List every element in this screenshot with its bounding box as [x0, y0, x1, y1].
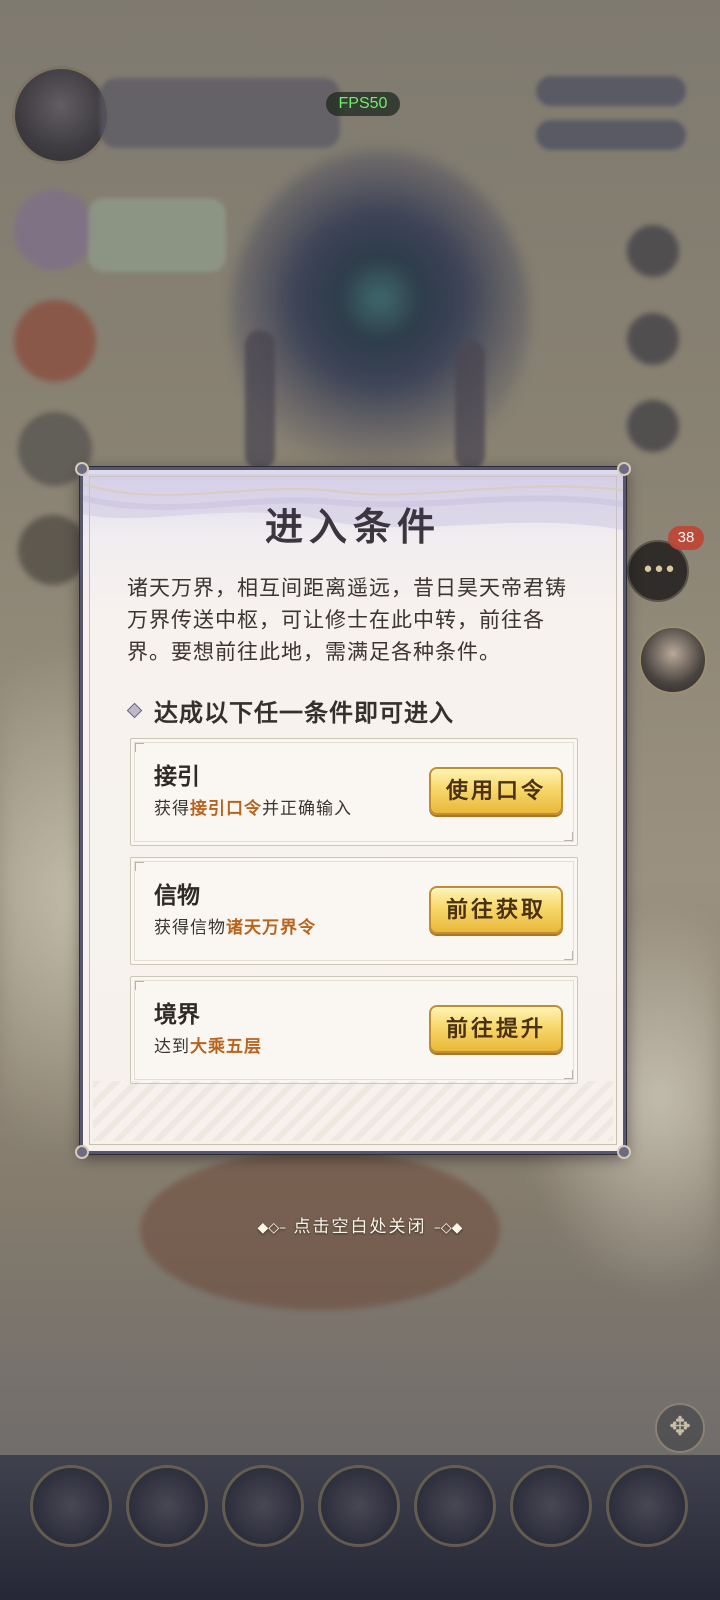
bottom-nav-slot[interactable]: [510, 1465, 592, 1547]
chat-ellipsis-icon: •••: [641, 558, 677, 583]
background-name-panel: [100, 78, 340, 148]
bottom-nav-slot[interactable]: [606, 1465, 688, 1547]
footer-pattern-decoration: [93, 1081, 613, 1141]
background-side-icon: [14, 300, 96, 382]
diamond-bullet-icon: [126, 702, 143, 718]
move-crosshair-icon[interactable]: ✥: [655, 1403, 705, 1453]
chat-unread-badge: 38: [668, 526, 704, 550]
background-banner: [88, 198, 226, 272]
condition-description: 获得信物诸天万界令: [154, 918, 316, 938]
npc-avatar[interactable]: [639, 626, 707, 694]
card-corner-ornament: [564, 951, 573, 960]
conditions-subheading: 达成以下任一条件即可进入: [126, 692, 454, 728]
go-obtain-button[interactable]: 前往获取: [429, 886, 563, 934]
subheading-text: 达成以下任一条件即可进入: [154, 697, 454, 727]
condition-description: 获得接引口令并正确输入: [154, 799, 352, 819]
condition-card-token: 信物 获得信物诸天万界令 前往获取: [130, 857, 578, 965]
bottom-nav-slot[interactable]: [318, 1465, 400, 1547]
background-side-icon: [14, 190, 94, 270]
close-hint[interactable]: ◆◇– 点击空白处关闭 –◇◆: [0, 1212, 720, 1237]
use-passphrase-button[interactable]: 使用口令: [429, 767, 563, 815]
dialog-title: 进入条件: [264, 504, 441, 549]
background-resource-bar: [536, 120, 686, 150]
bottom-nav-slot[interactable]: [30, 1465, 112, 1547]
close-hint-text: 点击空白处关闭: [293, 1217, 427, 1237]
hint-ornament-left-icon: ◆◇–: [257, 1220, 287, 1236]
background-side-icon: [627, 400, 679, 452]
card-corner-ornament: [135, 981, 144, 990]
frame-corner-ornament: [617, 462, 631, 476]
frame-corner-ornament: [75, 1145, 89, 1159]
card-corner-ornament: [135, 743, 144, 752]
condition-title: 信物: [154, 882, 200, 909]
player-avatar: [12, 66, 110, 164]
dialog-description: 诸天万界，相互间距离遥远，昔日昊天帝君铸万界传送中枢，可让修士在此中转，前往各界…: [127, 576, 567, 664]
card-corner-ornament: [135, 862, 144, 871]
background-side-icon: [627, 225, 679, 277]
background-side-icon: [627, 313, 679, 365]
hint-ornament-right-icon: –◇◆: [433, 1220, 463, 1236]
go-upgrade-button[interactable]: 前往提升: [429, 1005, 563, 1053]
game-screen[interactable]: FPS50 ••• 38 ✥ 进入条件 诸天万界，相互间距离遥远，昔日昊天帝君铸…: [0, 0, 720, 1600]
condition-card-realm: 境界 达到大乘五层 前往提升: [130, 976, 578, 1084]
condition-title: 境界: [154, 1001, 200, 1028]
entry-conditions-dialog: 进入条件 诸天万界，相互间距离遥远，昔日昊天帝君铸万界传送中枢，可让修士在此中转…: [75, 462, 631, 1159]
bottom-nav-slot[interactable]: [222, 1465, 304, 1547]
condition-card-passphrase: 接引 获得接引口令并正确输入 使用口令: [130, 738, 578, 846]
bottom-nav-slot[interactable]: [414, 1465, 496, 1547]
card-corner-ornament: [564, 1070, 573, 1079]
background-resource-bar: [536, 76, 686, 106]
frame-corner-ornament: [75, 462, 89, 476]
fps-counter: FPS50: [326, 92, 400, 116]
bottom-nav-slot[interactable]: [126, 1465, 208, 1547]
card-corner-ornament: [564, 832, 573, 841]
background-side-icon: [18, 515, 88, 585]
background-pillar: [455, 340, 485, 470]
background-pillar: [245, 330, 275, 470]
background-portal-swirl: [230, 150, 530, 480]
frame-corner-ornament: [617, 1145, 631, 1159]
condition-title: 接引: [154, 763, 200, 790]
condition-description: 达到大乘五层: [154, 1037, 262, 1057]
